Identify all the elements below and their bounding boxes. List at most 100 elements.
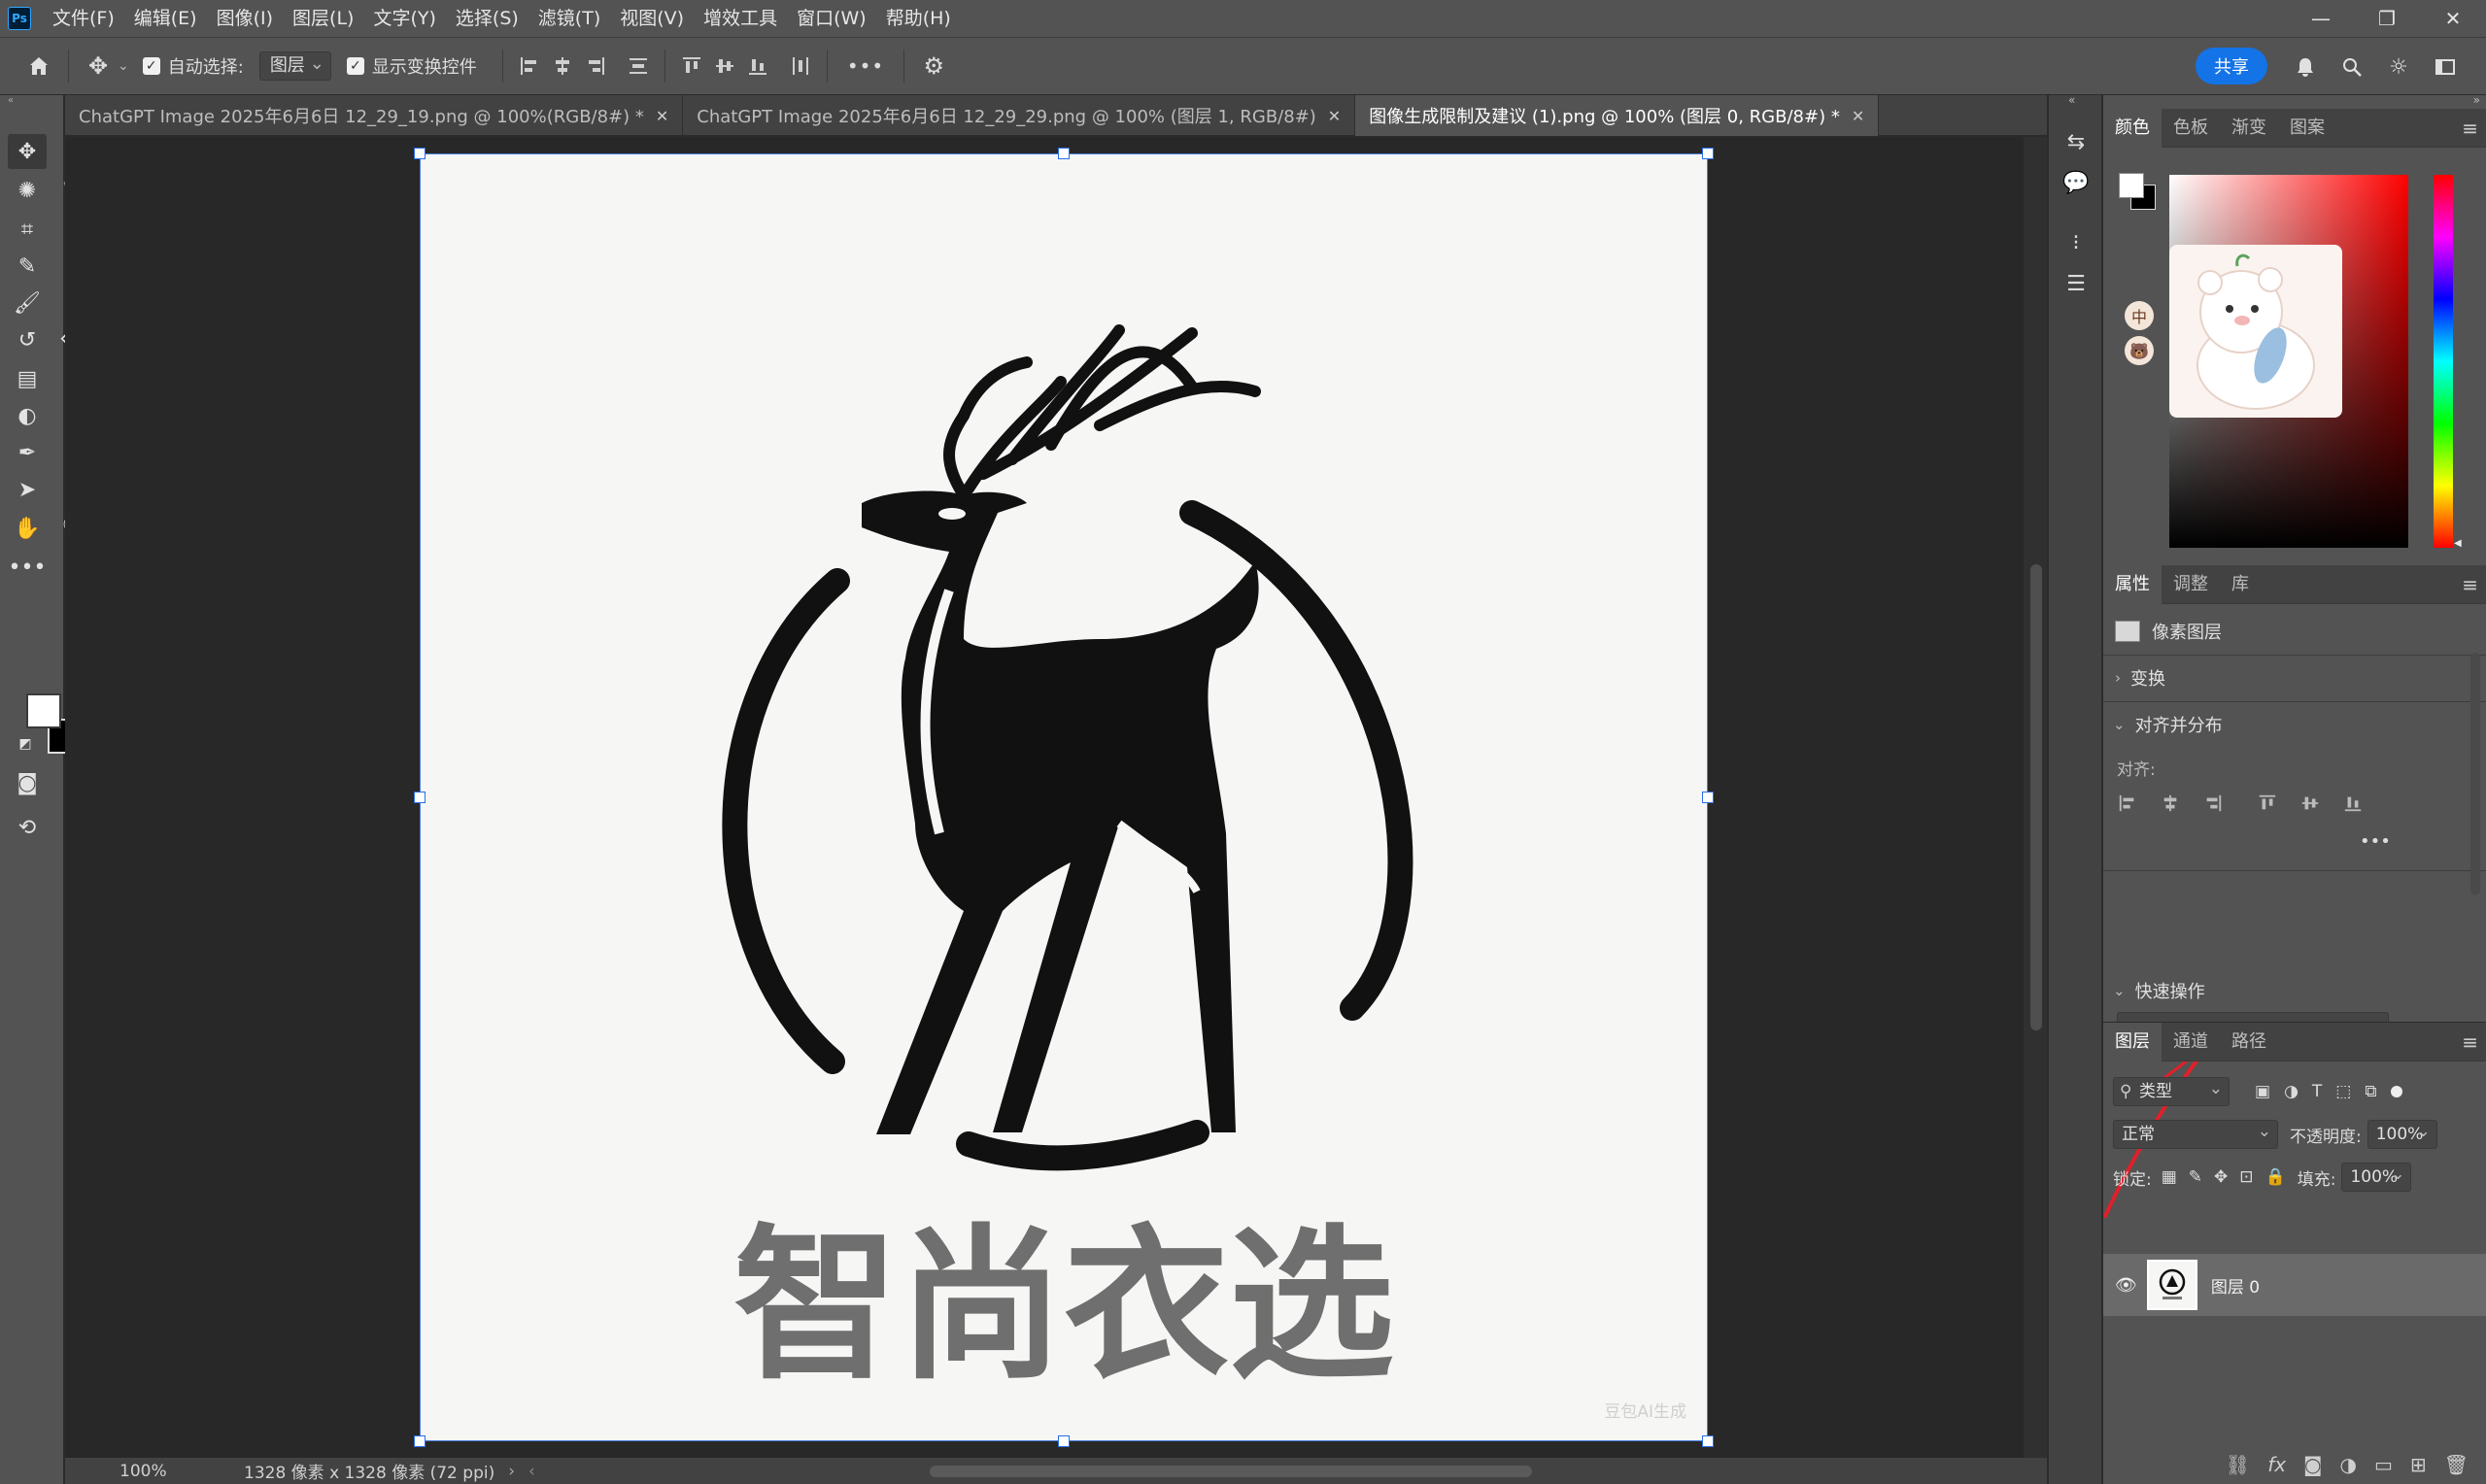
workspace-icon[interactable] xyxy=(2426,48,2465,86)
close-tab-icon[interactable]: ✕ xyxy=(1852,107,1864,125)
align-center-h-icon[interactable] xyxy=(546,50,579,83)
history-brush-icon[interactable]: ↺ xyxy=(8,322,47,357)
zoom-level[interactable]: 100% xyxy=(65,1462,236,1481)
align-middle-v-icon[interactable] xyxy=(2298,791,2323,816)
layer-name[interactable]: 图层 0 xyxy=(2211,1273,2260,1298)
properties-scrollbar[interactable] xyxy=(2470,653,2480,895)
visibility-eye-icon[interactable]: 👁 xyxy=(2115,1275,2137,1296)
quick-actions-section[interactable]: ⌄ 快速操作 xyxy=(2103,969,2486,1012)
ime-chinese-chip[interactable]: 中 xyxy=(2125,301,2154,330)
lock-pixels-icon[interactable]: ✎ xyxy=(2189,1167,2202,1187)
close-window-button[interactable]: ✕ xyxy=(2420,0,2486,37)
menu-item[interactable]: 窗口(W) xyxy=(787,0,876,37)
align-middle-v-icon[interactable] xyxy=(708,50,741,83)
lock-transparent-icon[interactable]: ▦ xyxy=(2162,1167,2177,1187)
document-canvas[interactable]: 智尚衣选 豆包AI生成 xyxy=(420,153,1708,1441)
menu-item[interactable]: 图层(L) xyxy=(283,0,363,37)
minimize-button[interactable]: — xyxy=(2288,0,2354,37)
canvas-area[interactable]: 智尚衣选 豆包AI生成 xyxy=(65,137,2047,1458)
lock-all-icon[interactable]: 🔒 xyxy=(2265,1167,2286,1187)
panel-menu-icon[interactable]: ≡ xyxy=(2462,117,2478,140)
transform-section[interactable]: › 变换 xyxy=(2103,657,2486,699)
history-panel-icon[interactable]: ⇆ xyxy=(2059,124,2094,159)
horizontal-scroll-thumb[interactable] xyxy=(930,1466,1532,1477)
align-right-icon[interactable] xyxy=(2200,791,2226,816)
menu-item[interactable]: 文字(Y) xyxy=(363,0,445,37)
tab-paths[interactable]: 路径 xyxy=(2220,1023,2278,1062)
transform-handle[interactable] xyxy=(1058,148,1070,159)
tab-channels[interactable]: 通道 xyxy=(2162,1023,2220,1062)
tab-swatches[interactable]: 色板 xyxy=(2162,109,2220,148)
discover-lightbulb-icon[interactable]: ☼ xyxy=(2379,48,2418,86)
filter-type-icon[interactable]: T xyxy=(2312,1082,2322,1101)
menu-item[interactable]: 编辑(E) xyxy=(124,0,207,37)
brush-settings-icon[interactable]: ⁝ xyxy=(2059,225,2094,260)
vertical-scroll-thumb[interactable] xyxy=(2030,564,2042,1030)
menu-item[interactable]: 滤镜(T) xyxy=(528,0,610,37)
menu-item[interactable]: 增效工具 xyxy=(694,0,787,37)
brush-tool-icon[interactable]: 🖌 xyxy=(8,286,47,320)
align-section[interactable]: ⌄ 对齐并分布 xyxy=(2103,703,2486,746)
delete-layer-icon[interactable]: 🗑 xyxy=(2444,1453,2469,1476)
move-tool-dropdown-icon[interactable]: ⌄ xyxy=(118,58,129,74)
align-right-icon[interactable] xyxy=(579,50,612,83)
eyedropper-tool-icon[interactable]: ✎ xyxy=(8,249,47,284)
filter-smart-object-icon[interactable]: ⧉ xyxy=(2365,1082,2376,1101)
menu-item[interactable]: 视图(V) xyxy=(610,0,694,37)
menu-item[interactable]: 选择(S) xyxy=(446,0,528,37)
menu-item[interactable]: 帮助(H) xyxy=(876,0,961,37)
pen-tool-icon[interactable]: ✒ xyxy=(8,435,47,470)
crop-tool-icon[interactable]: ⌗ xyxy=(8,212,47,247)
scroll-left-icon[interactable]: ‹ xyxy=(528,1462,535,1481)
tab-patterns[interactable]: 图案 xyxy=(2278,109,2336,148)
new-adjustment-icon[interactable]: ◑ xyxy=(2339,1453,2356,1476)
filter-pixel-icon[interactable]: ▣ xyxy=(2255,1082,2270,1101)
opacity-input[interactable]: 100% xyxy=(2367,1118,2437,1149)
add-mask-icon[interactable]: ◙ xyxy=(2303,1453,2322,1476)
tab-layers[interactable]: 图层 xyxy=(2103,1022,2162,1062)
tab-color[interactable]: 颜色 xyxy=(2103,108,2162,148)
fx-icon[interactable]: fx xyxy=(2267,1453,2286,1476)
close-tab-icon[interactable]: ✕ xyxy=(656,107,668,125)
move-tool-icon[interactable]: ✥ xyxy=(79,47,118,85)
transform-handle[interactable] xyxy=(1702,148,1714,159)
align-left-icon[interactable] xyxy=(2115,791,2140,816)
tab-libraries[interactable]: 库 xyxy=(2220,565,2261,604)
bell-icon[interactable] xyxy=(2286,48,2325,86)
hue-slider[interactable] xyxy=(2434,175,2453,548)
lock-artboard-icon[interactable]: ⊡ xyxy=(2239,1167,2253,1187)
filter-shape-icon[interactable]: ⬚ xyxy=(2335,1082,2351,1101)
layer-filter-select[interactable]: ⚲ 类型 xyxy=(2113,1075,2230,1106)
status-arrow-icon[interactable]: › xyxy=(508,1462,515,1481)
comments-panel-icon[interactable]: 💬 xyxy=(2059,165,2094,200)
transform-handle[interactable] xyxy=(414,148,426,159)
restore-button[interactable]: ❐ xyxy=(2354,0,2420,37)
doc-tab-2[interactable]: ChatGPT Image 2025年6月6日 12_29_29.png @ 1… xyxy=(683,95,1356,136)
panel-menu-icon[interactable]: ≡ xyxy=(2462,573,2478,596)
distribute-icon[interactable] xyxy=(622,50,655,83)
tab-adjustments[interactable]: 调整 xyxy=(2162,565,2220,604)
collapse-strip-icon[interactable]: « xyxy=(2068,93,2075,107)
edit-toolbar-icon[interactable]: ••• xyxy=(8,550,47,585)
lock-position-icon[interactable]: ✥ xyxy=(2214,1167,2228,1187)
ime-bear-icon[interactable]: 🐻 xyxy=(2125,336,2154,365)
transform-handle[interactable] xyxy=(1058,1435,1070,1447)
new-layer-icon[interactable]: ⊞ xyxy=(2410,1453,2427,1476)
show-transform-checkbox[interactable]: ✓ xyxy=(346,57,364,75)
gear-icon[interactable]: ⚙ xyxy=(914,47,953,85)
align-bottom-icon[interactable] xyxy=(2340,791,2366,816)
layer-row[interactable]: 👁 图层 0 xyxy=(2103,1254,2486,1316)
move-tool-icon[interactable]: ✥ xyxy=(8,134,47,169)
transform-handle[interactable] xyxy=(1702,1435,1714,1447)
doc-tab-3[interactable]: 图像生成限制及建议 (1).png @ 100% (图层 0, RGB/8#) … xyxy=(1355,95,1880,136)
gradient-tool-icon[interactable]: ▤ xyxy=(8,361,47,396)
transform-handle[interactable] xyxy=(414,792,426,803)
doc-tab-1[interactable]: ChatGPT Image 2025年6月6日 12_29_19.png @ 1… xyxy=(65,95,684,136)
tab-properties[interactable]: 属性 xyxy=(2103,564,2162,604)
align-bottom-icon[interactable] xyxy=(741,50,774,83)
object-select-tool-icon[interactable]: ✺ xyxy=(8,173,47,208)
distribute-v-icon[interactable] xyxy=(784,50,817,83)
share-button[interactable]: 共享 xyxy=(2196,48,2267,84)
new-group-icon[interactable]: ▭ xyxy=(2374,1453,2393,1476)
collapse-panels-icon[interactable]: » xyxy=(2473,93,2480,107)
